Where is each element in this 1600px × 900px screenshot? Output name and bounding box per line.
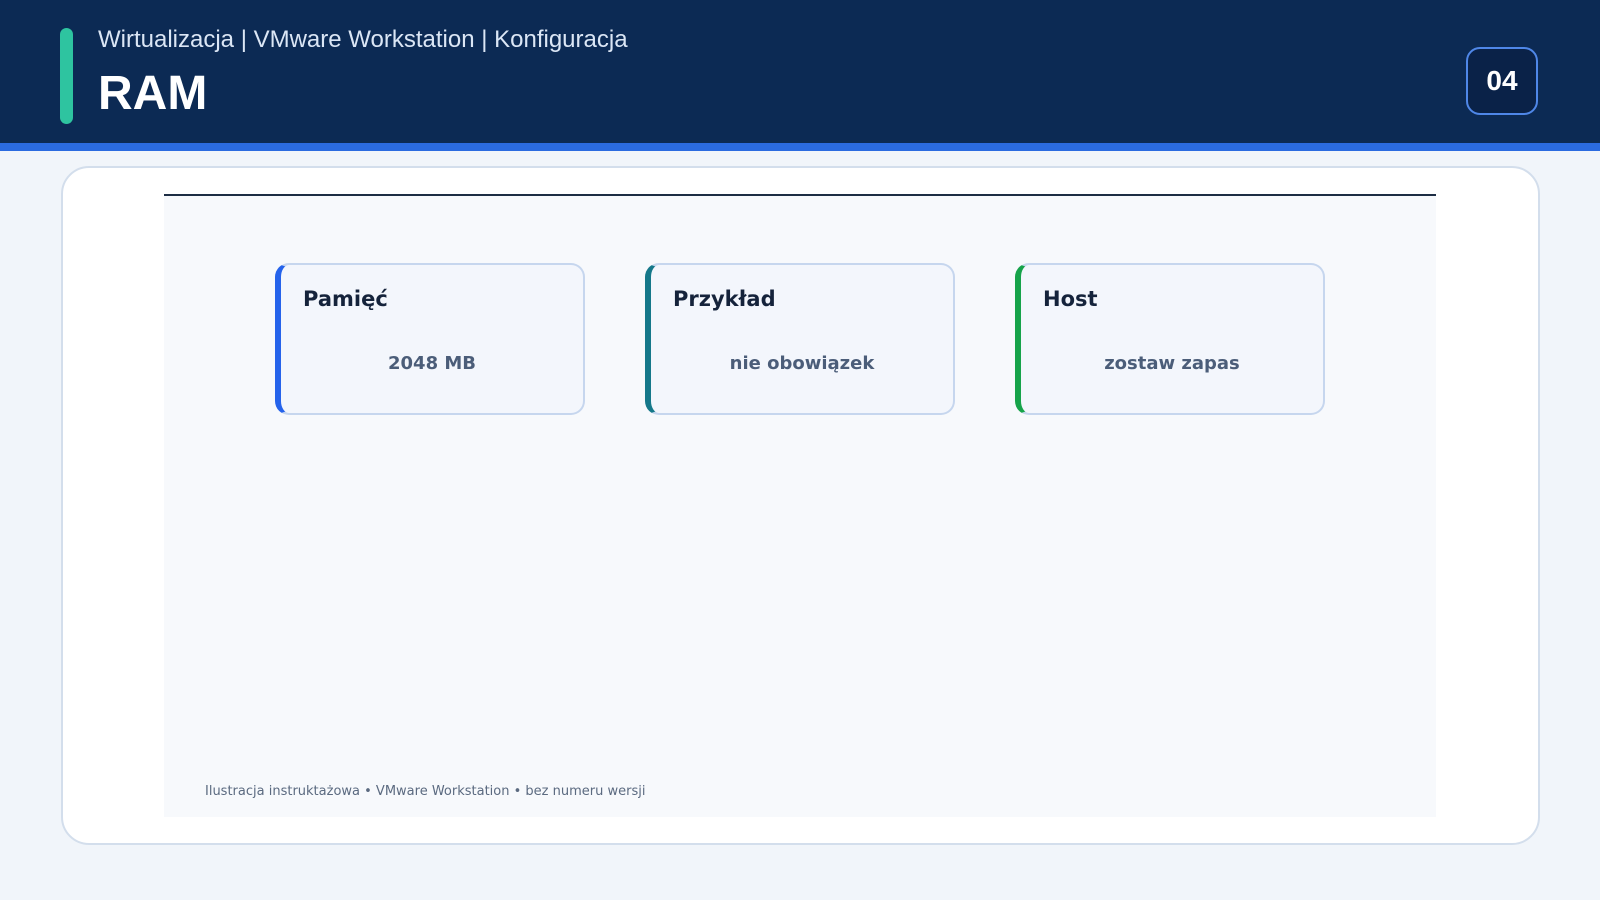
page-number-badge: 04 (1466, 47, 1538, 115)
info-card-example: Przykład nie obowiązek (645, 263, 955, 415)
card-title: Pamięć (303, 287, 388, 311)
info-card-host: Host zostaw zapas (1015, 263, 1325, 415)
header-accent-strip (0, 143, 1600, 151)
card-value: 2048 MB (388, 353, 476, 374)
footer-note: Ilustracja instruktażowa • VMware Workst… (205, 784, 646, 799)
card-title: Host (1043, 287, 1098, 311)
breadcrumb: Wirtualizacja | VMware Workstation | Kon… (98, 26, 628, 53)
title-accent-bar (60, 28, 73, 124)
info-card-memory: Pamięć 2048 MB (275, 263, 585, 415)
page-title: RAM (98, 67, 208, 120)
card-title: Przykład (673, 287, 776, 311)
header-bar (0, 0, 1600, 143)
card-value: nie obowiązek (729, 353, 875, 374)
card-value: zostaw zapas (1104, 353, 1240, 374)
